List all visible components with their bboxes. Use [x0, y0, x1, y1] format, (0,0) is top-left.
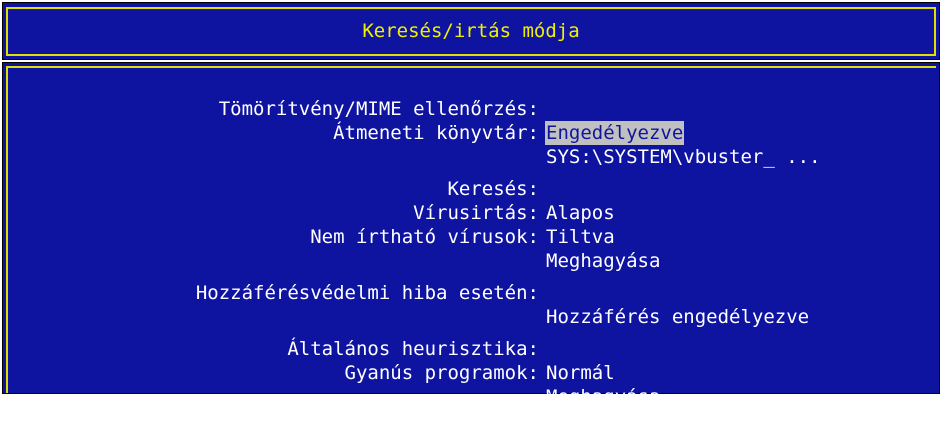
setting-value-suspicious-programs[interactable]: Meghagyása — [546, 385, 660, 409]
setting-row-scan[interactable]: Keresés: Alapos — [3, 153, 941, 224]
setting-value-virus-removal[interactable]: Tiltva — [546, 225, 615, 249]
setting-row-virus-removal[interactable]: Vírusirtás: Tiltva — [3, 177, 941, 248]
window-title: Keresés/irtás módja — [362, 20, 580, 42]
setting-label-access-error: Hozzáférésvédelmi hiba esetén: — [195, 282, 539, 304]
settings-window: Keresés/irtás módja Tömörítvény/MIME ell… — [0, 0, 942, 408]
setting-row-temp-directory[interactable]: Átmeneti könyvtár: SYS:\SYSTEM\vbuster_ … — [3, 97, 941, 168]
setting-row-archive-mime[interactable]: Tömörítvény/MIME ellenőrzés: Engedélyezv… — [3, 73, 941, 145]
title-bar: Keresés/irtás módja — [2, 2, 940, 60]
setting-label-suspicious-programs: Gyanús programok: — [344, 362, 539, 384]
setting-value-archive-mime[interactable]: Engedélyezve — [545, 121, 685, 145]
setting-row-general-heuristics[interactable]: Általános heurisztika: Normál — [3, 313, 941, 384]
setting-row-unremovable-viruses[interactable]: Nem írtható vírusok: Meghagyása — [3, 201, 941, 272]
setting-value-general-heuristics[interactable]: Normál — [546, 361, 615, 385]
setting-label-unremovable-viruses: Nem írtható vírusok: — [310, 226, 539, 248]
setting-label-temp-directory: Átmeneti könyvtár: — [333, 122, 539, 144]
settings-panel: Tömörítvény/MIME ellenőrzés: Engedélyezv… — [2, 62, 941, 408]
setting-row-suspicious-programs[interactable]: Gyanús programok: Meghagyása — [3, 337, 941, 408]
setting-row-access-error[interactable]: Hozzáférésvédelmi hiba esetén: Hozzáféré… — [3, 257, 941, 328]
